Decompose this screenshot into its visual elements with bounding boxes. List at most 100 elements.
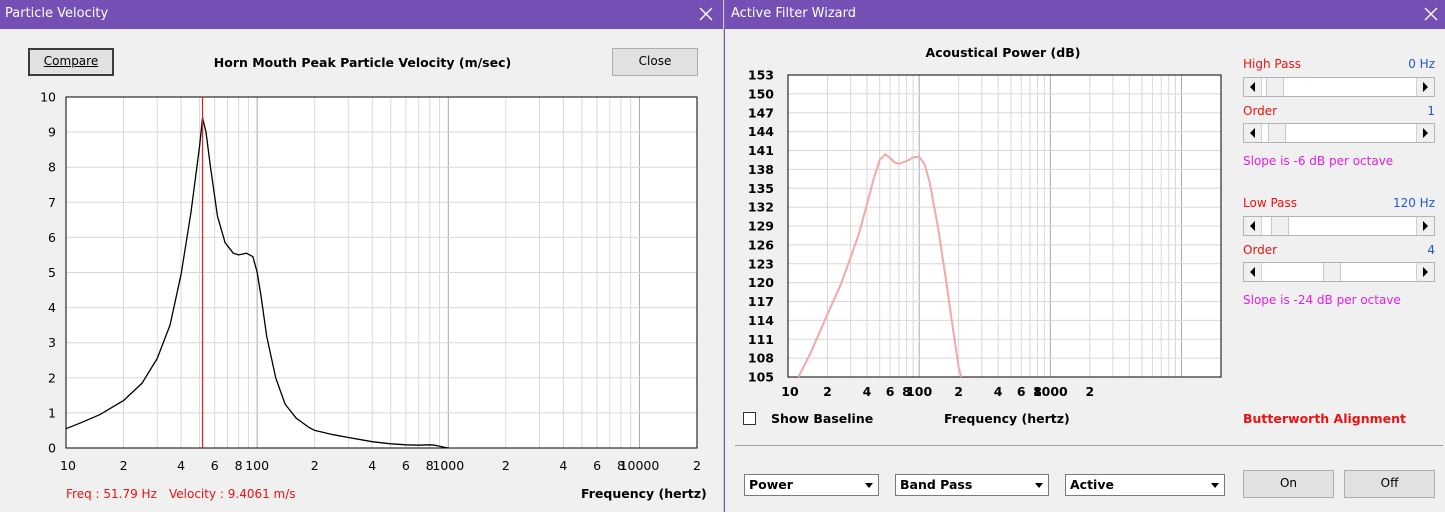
x-tick-label: 10000 xyxy=(620,458,660,473)
x-tick-label: 4 xyxy=(368,458,376,473)
y-tick-label: 4 xyxy=(48,300,56,315)
x-tick-label: 6 xyxy=(886,384,895,399)
y-tick-label: 117 xyxy=(748,294,774,309)
y-tick-label: 3 xyxy=(48,335,56,350)
divider xyxy=(735,445,1443,446)
chevron-down-icon[interactable] xyxy=(1208,478,1222,492)
x-tick-label: 100 xyxy=(245,458,269,473)
y-tick-label: 150 xyxy=(748,86,774,101)
on-button[interactable]: On xyxy=(1243,470,1334,498)
x-tick-label: 6 xyxy=(593,458,601,473)
x-tick-label: 8 xyxy=(235,458,243,473)
particle-velocity-chart: 0 1 2 3 4 5 6 7 8 9 10 10 2 4 6 8 100 2 4 6 8 1000 2 4 6 8 10000 2 xyxy=(0,0,723,512)
y-tick-label: 135 xyxy=(748,181,774,196)
filter-kind-select[interactable]: Active xyxy=(1065,474,1225,496)
low-pass-slider[interactable] xyxy=(1243,216,1435,236)
y-tick-label: 132 xyxy=(748,200,774,215)
high-pass-value: 0 Hz xyxy=(1408,57,1435,71)
filter-kind-select-value: Active xyxy=(1070,477,1114,492)
low-order-slider[interactable] xyxy=(1243,262,1435,282)
particle-velocity-window: Particle Velocity Compare Horn Mouth Pea… xyxy=(0,0,723,512)
scroll-right-icon[interactable] xyxy=(1416,217,1434,235)
scroll-right-icon[interactable] xyxy=(1416,78,1434,96)
low-order-value: 4 xyxy=(1427,243,1435,257)
show-baseline-checkbox[interactable] xyxy=(743,412,756,425)
y-tick-label: 105 xyxy=(748,370,774,385)
high-pass-slider[interactable] xyxy=(1243,77,1435,97)
slider-thumb[interactable] xyxy=(1265,78,1284,96)
scroll-left-icon[interactable] xyxy=(1244,263,1262,281)
particle-velocity-plot: 01234567891010 2 4 6 8 100 2 4 6 81000 2 4 6 810000 2 xyxy=(40,90,701,474)
y-tick-label: 111 xyxy=(748,332,774,347)
y-tick-label: 6 xyxy=(48,230,56,245)
high-pass-label: High Pass xyxy=(1243,57,1301,71)
low-slope-text: Slope is -24 dB per octave xyxy=(1243,293,1401,307)
x-tick-label: 2 xyxy=(502,458,510,473)
y-tick-label: 8 xyxy=(48,160,56,175)
alignment-text: Butterworth Alignment xyxy=(1243,411,1407,426)
y-tick-label: 2 xyxy=(48,370,56,385)
scroll-left-icon[interactable] xyxy=(1244,78,1262,96)
x-axis-title: Frequency (hertz) xyxy=(944,411,1070,426)
y-tick-label: 120 xyxy=(748,275,774,290)
x-tick-label: 10 xyxy=(781,384,799,399)
low-order-label: Order xyxy=(1243,243,1278,257)
mode-select[interactable]: Power xyxy=(744,474,879,496)
x-tick-label: 4 xyxy=(177,458,185,473)
x-tick-label: 6 xyxy=(402,458,410,473)
x-tick-label: 2 xyxy=(954,384,963,399)
y-tick-label: 10 xyxy=(40,90,56,105)
x-tick-label: 6 xyxy=(211,458,219,473)
velocity-readout: Velocity : 9.4061 m/s xyxy=(169,487,296,501)
x-tick-label: 4 xyxy=(559,458,567,473)
slider-thumb[interactable] xyxy=(1268,124,1287,142)
y-tick-label: 9 xyxy=(48,125,56,140)
y-tick-label: 7 xyxy=(48,195,56,210)
y-tick-label: 147 xyxy=(748,105,774,120)
y-tick-label: 126 xyxy=(748,237,774,252)
high-order-slider[interactable] xyxy=(1243,123,1435,143)
y-tick-label: 141 xyxy=(748,143,774,158)
scroll-right-icon[interactable] xyxy=(1416,124,1434,142)
show-baseline-label[interactable]: Show Baseline xyxy=(771,411,873,426)
y-tick-label: 108 xyxy=(748,351,774,366)
y-tick-label: 153 xyxy=(748,68,774,83)
x-tick-label: 2 xyxy=(311,458,319,473)
x-tick-label: 6 xyxy=(1017,384,1026,399)
y-tick-label: 123 xyxy=(748,256,774,271)
x-tick-label: 1000 xyxy=(1033,384,1068,399)
filter-type-select[interactable]: Band Pass xyxy=(895,474,1049,496)
chevron-down-icon[interactable] xyxy=(1032,478,1046,492)
y-tick-label: 114 xyxy=(748,313,774,328)
low-pass-label: Low Pass xyxy=(1243,196,1297,210)
y-tick-label: 138 xyxy=(748,162,774,177)
high-order-label: Order xyxy=(1243,104,1278,118)
x-tick-label: 4 xyxy=(994,384,1003,399)
x-tick-label: 2 xyxy=(120,458,128,473)
slider-thumb[interactable] xyxy=(1271,217,1290,235)
x-tick-label: 2 xyxy=(823,384,832,399)
scroll-left-icon[interactable] xyxy=(1244,217,1262,235)
low-pass-value: 120 Hz xyxy=(1392,196,1435,210)
x-tick-label: 2 xyxy=(693,458,701,473)
scroll-left-icon[interactable] xyxy=(1244,124,1262,142)
scroll-right-icon[interactable] xyxy=(1416,263,1434,281)
x-tick-label: 100 xyxy=(906,384,932,399)
filter-type-select-value: Band Pass xyxy=(900,477,973,492)
y-tick-label: 1 xyxy=(48,405,56,420)
chevron-down-icon[interactable] xyxy=(862,478,876,492)
y-tick-label: 129 xyxy=(748,219,774,234)
x-tick-label: 4 xyxy=(863,384,872,399)
off-button[interactable]: Off xyxy=(1344,470,1435,498)
slider-thumb[interactable] xyxy=(1323,263,1342,281)
x-axis-title: Frequency (hertz) xyxy=(581,486,707,501)
x-tick-label: 1000 xyxy=(432,458,464,473)
high-order-value: 1 xyxy=(1427,104,1435,118)
mode-select-value: Power xyxy=(749,477,793,492)
y-tick-label: 0 xyxy=(48,441,56,456)
high-slope-text: Slope is -6 dB per octave xyxy=(1243,154,1394,168)
x-tick-label: 2 xyxy=(1085,384,1094,399)
freq-readout: Freq : 51.79 Hz xyxy=(66,487,157,501)
active-filter-wizard-window: Active Filter Wizard Acoustical Power (d… xyxy=(724,0,1445,512)
y-tick-label: 5 xyxy=(48,265,56,280)
